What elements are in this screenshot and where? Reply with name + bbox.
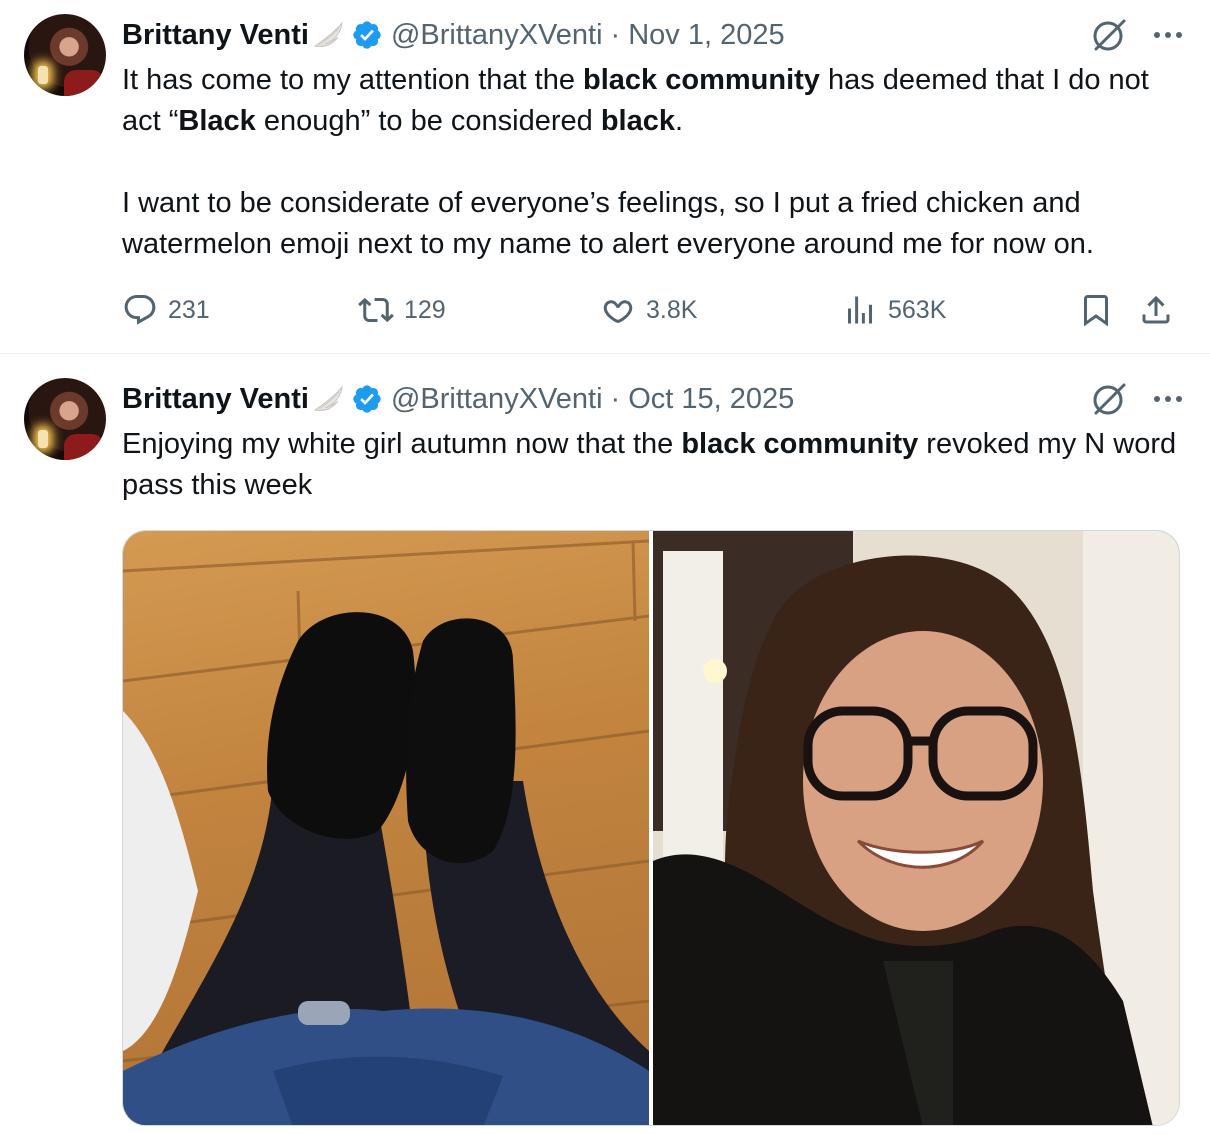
repost-button[interactable]: 129 — [358, 288, 446, 332]
author-handle[interactable]: @BrittanyXVenti — [391, 19, 603, 52]
tweet[interactable]: Brittany Venti @BrittanyXVenti · Oct 15,… — [0, 355, 1210, 1134]
author-name[interactable]: Brittany Venti — [122, 383, 309, 416]
avatar[interactable] — [24, 378, 106, 460]
more-icon[interactable] — [1154, 389, 1188, 409]
views-button[interactable]: 563K — [842, 288, 946, 332]
repost-icon — [358, 297, 394, 323]
views-count: 563K — [888, 295, 947, 324]
tweet[interactable]: Brittany Venti @BrittanyXVenti · Nov 1, … — [0, 0, 1210, 354]
reply-count: 231 — [168, 295, 210, 324]
tweet-paragraph: I want to be considerate of everyone’s f… — [122, 187, 1094, 260]
verified-badge-icon — [353, 21, 381, 49]
tweet-text: Enjoying my white girl autumn now that t… — [122, 424, 1192, 506]
photo-selfie-woman-glasses[interactable] — [653, 531, 1179, 1125]
share-button[interactable] — [1138, 288, 1184, 332]
action-bar: 231 129 3.8K 563K — [122, 288, 1182, 332]
like-count: 3.8K — [646, 295, 698, 324]
grok-icon[interactable] — [1090, 380, 1128, 418]
tweet-paragraph: It has come to my attention that the bla… — [122, 64, 1149, 137]
tweet-header: Brittany Venti @BrittanyXVenti · Nov 1, … — [122, 18, 785, 52]
tweet-date[interactable]: Oct 15, 2025 — [628, 383, 794, 416]
angel-wing-icon — [313, 385, 343, 411]
grok-icon[interactable] — [1090, 16, 1128, 54]
more-icon[interactable] — [1154, 25, 1188, 45]
avatar[interactable] — [24, 14, 106, 96]
media-grid — [122, 530, 1180, 1126]
bookmark-button[interactable] — [1078, 288, 1124, 332]
bookmark-icon — [1084, 295, 1108, 327]
photo-boots-on-wood-floor[interactable] — [123, 531, 649, 1125]
verified-badge-icon — [353, 385, 381, 413]
tweet-paragraph: Enjoying my white girl autumn now that t… — [122, 428, 1177, 501]
views-icon — [848, 296, 872, 324]
author-handle[interactable]: @BrittanyXVenti — [391, 383, 603, 416]
share-icon — [1142, 295, 1170, 324]
separator-dot: · — [610, 18, 621, 51]
separator-dot: · — [610, 382, 621, 415]
author-name[interactable]: Brittany Venti — [122, 19, 309, 52]
reply-icon — [124, 295, 156, 325]
repost-count: 129 — [404, 295, 446, 324]
tweet-text: It has come to my attention that the bla… — [122, 60, 1192, 265]
tweet-header: Brittany Venti @BrittanyXVenti · Oct 15,… — [122, 382, 794, 416]
reply-button[interactable]: 231 — [122, 288, 210, 332]
tweet-date[interactable]: Nov 1, 2025 — [628, 19, 784, 52]
like-button[interactable]: 3.8K — [600, 288, 697, 332]
heart-icon — [603, 300, 633, 323]
angel-wing-icon — [313, 21, 343, 47]
